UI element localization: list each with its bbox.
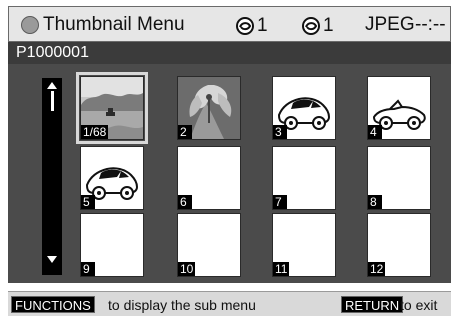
filename-bar: P1000001 — [8, 42, 451, 64]
scrollbar[interactable] — [42, 78, 62, 275]
scroll-thumb[interactable] — [51, 91, 54, 111]
thumbnail-6[interactable]: 6 — [177, 146, 241, 210]
format-label: JPEG — [365, 14, 415, 35]
thumbnail-9[interactable]: 9 — [80, 213, 144, 277]
functions-key[interactable]: FUNCTIONS — [11, 296, 95, 313]
quality-icon — [235, 16, 255, 36]
scroll-down-icon[interactable] — [47, 256, 57, 263]
thumbnail-menu-screen: Thumbnail Menu 1 1 JPEG --:-- P1000001 1… — [0, 0, 459, 324]
thumbnail-12[interactable]: 12 — [367, 213, 431, 277]
thumbnail-1[interactable]: 1/68 — [76, 72, 148, 144]
thumbnail-11[interactable]: 11 — [272, 213, 336, 277]
status-bar: Thumbnail Menu 1 1 JPEG --:-- — [8, 6, 451, 42]
shots-remaining-2: 1 — [301, 14, 334, 38]
functions-hint: to display the sub menu — [108, 297, 256, 313]
return-hint: to exit — [400, 297, 438, 313]
thumbnail-3[interactable]: 3 — [272, 76, 336, 140]
help-bar: FUNCTIONS to display the sub menu RETURN… — [8, 291, 451, 316]
scroll-up-icon[interactable] — [47, 82, 57, 89]
quality-icon — [301, 16, 321, 36]
thumbnail-5[interactable]: 5 — [80, 146, 144, 210]
shots-remaining-1: 1 — [235, 14, 268, 38]
time-label: --:-- — [415, 14, 446, 35]
thumbnail-7[interactable]: 7 — [272, 146, 336, 210]
thumbnail-4[interactable]: 4 — [367, 76, 431, 140]
thumbnail-2[interactable]: 2 — [177, 76, 241, 140]
page-title: Thumbnail Menu — [43, 14, 185, 35]
thumbnail-10[interactable]: 10 — [177, 213, 241, 277]
return-key[interactable]: RETURN — [341, 296, 404, 313]
menu-indicator-icon — [21, 16, 39, 34]
thumbnail-8[interactable]: 8 — [367, 146, 431, 210]
